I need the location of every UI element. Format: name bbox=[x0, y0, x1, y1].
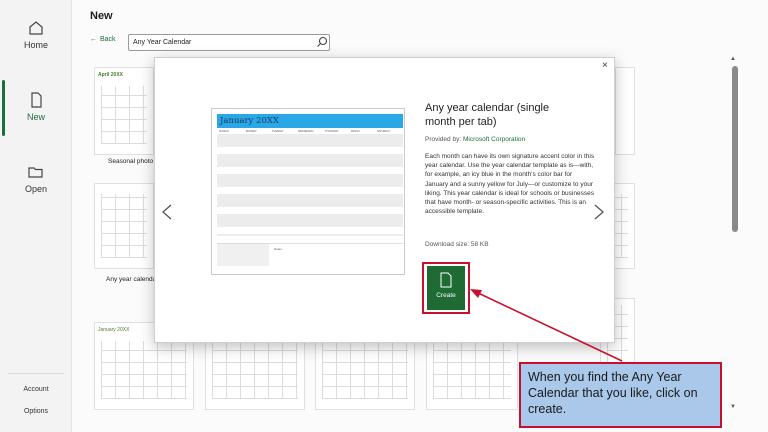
nav-account[interactable]: Account bbox=[0, 386, 72, 393]
preview-notes-area: Notes bbox=[217, 243, 403, 266]
download-size: Download size: 58 KB bbox=[425, 241, 489, 248]
close-icon[interactable]: × bbox=[602, 60, 608, 71]
preview-dow: TUESDAY bbox=[272, 130, 284, 133]
nav-home[interactable]: Home bbox=[0, 20, 72, 50]
template-label: Any year calenda bbox=[106, 276, 157, 283]
scroll-down-arrow-icon[interactable]: ▼ bbox=[730, 404, 736, 410]
home-icon bbox=[29, 21, 43, 35]
left-navigation-rail: Home New Open Account Options bbox=[0, 0, 72, 432]
scroll-up-arrow-icon[interactable]: ▲ bbox=[730, 56, 736, 62]
preview-dow: MONDAY bbox=[246, 130, 257, 133]
template-thumbnail[interactable]: April 20XX bbox=[94, 67, 154, 155]
template-thumbnail[interactable] bbox=[615, 67, 635, 155]
thumb-title: April 20XX bbox=[98, 72, 124, 78]
nav-options[interactable]: Options bbox=[0, 408, 72, 415]
create-button[interactable]: Create bbox=[427, 266, 465, 310]
back-arrow-icon: ← bbox=[90, 36, 97, 43]
provider-name: Microsoft Corporation bbox=[463, 136, 526, 143]
vertical-scrollbar-thumb[interactable] bbox=[732, 66, 738, 232]
preview-month-heading: January 20XX bbox=[217, 114, 403, 128]
new-document-icon bbox=[31, 92, 42, 108]
open-folder-icon bbox=[28, 167, 43, 178]
preview-dow: SATURDAY bbox=[377, 130, 391, 133]
provided-by-label: Provided by: bbox=[425, 136, 462, 143]
preview-dow: WEDNESDAY bbox=[298, 130, 314, 133]
rail-divider bbox=[8, 373, 64, 374]
nav-open[interactable]: Open bbox=[0, 164, 72, 194]
page-title: New bbox=[90, 10, 113, 22]
template-label: Seasonal photo c bbox=[108, 158, 159, 165]
create-label: Create bbox=[436, 292, 456, 299]
new-document-icon bbox=[440, 272, 452, 288]
template-title: Any year calendar (single month per tab) bbox=[425, 102, 550, 128]
preview-dow: FRIDAY bbox=[351, 130, 360, 133]
nav-new[interactable]: New bbox=[0, 92, 72, 122]
nav-home-label: Home bbox=[23, 40, 48, 50]
thumb-title: January 20XX bbox=[98, 327, 130, 333]
nav-new-label: New bbox=[26, 112, 45, 122]
preview-calendar-grid bbox=[217, 134, 403, 236]
template-thumbnail[interactable] bbox=[94, 183, 154, 269]
preview-dow: THURSDAY bbox=[325, 130, 339, 133]
search-icon[interactable] bbox=[316, 36, 328, 48]
template-description: Each month can have its own signature ac… bbox=[425, 153, 595, 216]
search-input[interactable]: Any Year Calendar bbox=[128, 34, 330, 51]
annotation-callout: When you find the Any Year Calendar that… bbox=[519, 362, 722, 428]
preview-dow: SUNDAY bbox=[219, 130, 230, 133]
back-button[interactable]: ← Back bbox=[90, 36, 116, 43]
previous-template-arrow-icon[interactable] bbox=[160, 203, 174, 226]
preview-notes-label: Notes bbox=[274, 247, 282, 251]
nav-open-label: Open bbox=[24, 184, 48, 194]
back-label: Back bbox=[100, 36, 116, 43]
